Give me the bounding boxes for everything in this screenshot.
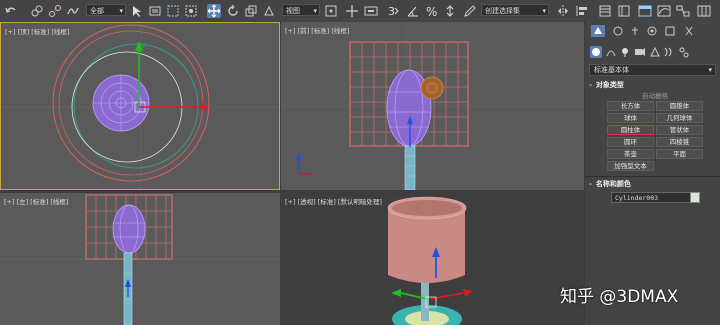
geometry-icon[interactable]	[590, 46, 602, 58]
svg-text:3: 3	[388, 5, 395, 18]
shapes-icon[interactable]	[606, 46, 618, 58]
viewport-top-label[interactable]: [+] [顶] [标准] [线框]	[5, 26, 69, 36]
sphere-button[interactable]: 球体	[607, 113, 654, 123]
teapot-button[interactable]: 茶壶	[607, 149, 654, 159]
reference-coord-value: 视图	[286, 7, 300, 15]
named-selection-dropdown[interactable]: 创建选择集 ▾	[481, 4, 549, 16]
cameras-icon[interactable]	[634, 46, 646, 58]
select-move-icon[interactable]	[207, 4, 221, 18]
select-object-icon[interactable]	[130, 4, 144, 18]
systems-icon[interactable]	[678, 46, 690, 58]
reference-coord-dropdown[interactable]: 视图 ▾	[282, 4, 320, 16]
modify-tab-icon[interactable]	[611, 25, 625, 37]
lights-icon[interactable]	[620, 46, 632, 58]
rect-selection-region-icon[interactable]	[166, 4, 180, 18]
viewport-perspective-scene	[387, 196, 473, 325]
select-scale-icon[interactable]	[244, 4, 258, 18]
viewport-left-scene	[0, 193, 280, 325]
space-warps-icon[interactable]	[663, 46, 675, 58]
hierarchy-tab-icon[interactable]	[628, 25, 642, 37]
viewport-left[interactable]: [+] [左] [标准] [线框]	[0, 193, 280, 325]
rollout-collapse-icon: -	[589, 81, 592, 89]
pivot-center-icon[interactable]	[324, 4, 338, 18]
chevron-down-icon: ▾	[542, 7, 546, 15]
cylinder-button[interactable]: 圆柱体	[607, 125, 654, 135]
torus-button[interactable]: 圆环	[607, 137, 654, 147]
object-name-field[interactable]: Cylinder003	[611, 192, 693, 203]
main-toolbar: 全部 ▾ 视图 ▾ 3 % 创建选择集 ▾	[0, 0, 720, 23]
create-tab-icon[interactable]	[593, 25, 607, 37]
viewport-top-scene: x y	[1, 23, 279, 189]
schematic-view-icon[interactable]	[676, 4, 690, 18]
chevron-down-icon: ▾	[119, 7, 123, 15]
autogrid-checkbox[interactable]: 自动栅格	[615, 90, 695, 100]
object-type-rollout[interactable]: - 对象类型	[589, 80, 716, 90]
viewport-top[interactable]: x y [+] [顶] [标准] [线框]	[0, 22, 280, 190]
selection-filter-value: 全部	[90, 7, 104, 15]
window-crossing-icon[interactable]	[184, 4, 198, 18]
svg-text:x: x	[201, 100, 205, 107]
cone-button[interactable]: 圆锥体	[656, 101, 703, 111]
helpers-icon[interactable]	[649, 46, 661, 58]
angle-snap-icon[interactable]	[406, 4, 420, 18]
spinner-snap-icon[interactable]	[443, 4, 457, 18]
bind-space-warp-icon[interactable]	[66, 4, 80, 18]
category-dropdown[interactable]: 标准基本体 ▾	[589, 64, 716, 76]
rollout-divider	[585, 176, 720, 177]
geosphere-button[interactable]: 几何球体	[656, 113, 703, 123]
keyboard-shortcut-icon[interactable]	[364, 4, 378, 18]
name-color-rollout[interactable]: - 名称和颜色	[589, 179, 716, 189]
ribbon-icon[interactable]	[638, 4, 652, 18]
svg-text:y: y	[142, 42, 146, 49]
selection-filter-dropdown[interactable]: 全部 ▾	[86, 4, 126, 16]
align-icon[interactable]	[575, 4, 589, 18]
chevron-down-icon: ▾	[313, 7, 317, 15]
unlink-icon[interactable]	[48, 4, 62, 18]
select-manipulate-icon[interactable]	[345, 4, 359, 18]
mirror-icon[interactable]	[556, 4, 570, 18]
snap-3d-icon[interactable]: 3	[386, 4, 400, 18]
category-value: 标准基本体	[594, 66, 629, 74]
select-place-icon[interactable]	[262, 4, 276, 18]
command-panel: 标准基本体 ▾ - 对象类型 自动栅格 长方体 圆锥体 球体 几何球体 圆柱体 管状…	[585, 22, 720, 325]
rollout-collapse-icon: -	[589, 180, 592, 188]
select-rotate-icon[interactable]	[226, 4, 240, 18]
object-color-swatch[interactable]	[690, 192, 700, 203]
utilities-tab-icon[interactable]	[682, 25, 696, 37]
chevron-down-icon: ▾	[708, 66, 712, 74]
named-selection-value: 创建选择集	[485, 7, 520, 15]
plane-button[interactable]: 平面	[656, 149, 703, 159]
viewport-perspective-label[interactable]: [+] [透视] [标准] [默认明暗处理]	[285, 196, 382, 206]
tube-button[interactable]: 管状体	[656, 125, 703, 135]
svg-text:%: %	[426, 5, 437, 18]
viewport-perspective[interactable]: [+] [透视] [标准] [默认明暗处理]	[281, 193, 584, 325]
scene-explorer-icon[interactable]	[598, 4, 612, 18]
link-icon[interactable]	[30, 4, 44, 18]
object-type-title: 对象类型	[595, 81, 624, 89]
watermark: 知乎 @3DMAX	[560, 287, 679, 307]
curve-editor-icon[interactable]	[657, 4, 671, 18]
pyramid-button[interactable]: 四棱锥	[656, 137, 703, 147]
layer-explorer-icon[interactable]	[617, 4, 631, 18]
display-tab-icon[interactable]	[663, 25, 677, 37]
name-color-title: 名称和颜色	[595, 180, 631, 188]
undo-icon[interactable]	[4, 4, 18, 18]
edit-named-selection-icon[interactable]	[463, 4, 477, 18]
text-plus-button[interactable]: 加强型文本	[607, 161, 654, 171]
viewport-front-label[interactable]: [+] [前] [标准] [线框]	[285, 25, 349, 35]
select-by-name-icon[interactable]	[148, 4, 162, 18]
motion-tab-icon[interactable]	[645, 25, 659, 37]
percent-snap-icon[interactable]: %	[425, 4, 439, 18]
box-button[interactable]: 长方体	[607, 101, 654, 111]
viewport-front-scene	[281, 22, 584, 190]
viewport-front[interactable]: [+] [前] [标准] [线框]	[281, 22, 584, 190]
viewport-left-label[interactable]: [+] [左] [标准] [线框]	[4, 196, 68, 206]
material-editor-icon[interactable]	[697, 4, 711, 18]
